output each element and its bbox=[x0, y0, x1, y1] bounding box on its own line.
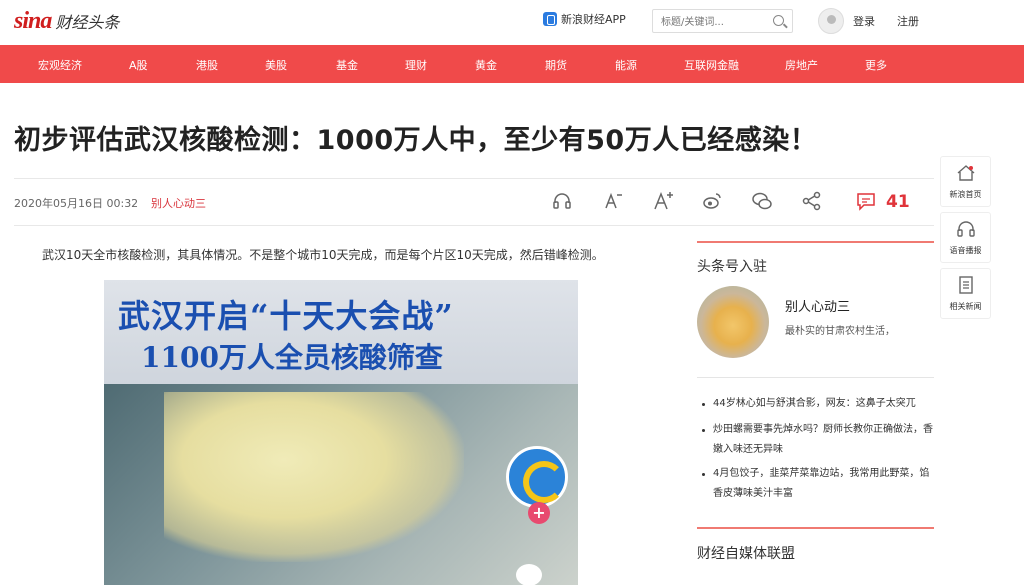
headphone-icon bbox=[956, 221, 975, 237]
float-audio-label: 语音播报 bbox=[949, 246, 982, 255]
app-download-link[interactable]: 新浪财经APP bbox=[543, 11, 626, 27]
search-box bbox=[652, 9, 793, 34]
news-link[interactable]: 4月包饺子，韭菜芹菜靠边站，我常用此野菜，馅香皮薄味美汁丰富 bbox=[713, 464, 935, 504]
phone-app-icon bbox=[543, 12, 557, 26]
document-icon bbox=[958, 276, 973, 294]
news-link[interactable]: 炒田螺需要事先焯水吗？厨师长教你正确做法，香嫩入味还无异味 bbox=[713, 420, 935, 460]
publish-date: 2020年05月16日 00:32 bbox=[14, 197, 139, 210]
article-title: 初步评估武汉核酸检测：1000万人中，至少有50万人已经感染！ bbox=[14, 125, 818, 156]
nav-item-internet-finance[interactable]: 互联网金融 bbox=[684, 57, 739, 73]
bullet-icon bbox=[702, 473, 705, 476]
top-bar: sina 财经头条 新浪财经APP 登录 注册 bbox=[0, 0, 1024, 44]
author-description: 最朴实的甘肃农村生活， bbox=[785, 326, 895, 337]
float-audio-button[interactable]: 语音播报 bbox=[940, 212, 991, 263]
comment-count[interactable]: 41 bbox=[886, 192, 910, 212]
image-headline-line2: 1100万人全员核酸筛查 bbox=[141, 341, 443, 374]
article-source[interactable]: 别人心动三 bbox=[151, 195, 206, 211]
article-lead: 武汉10天全市核酸检测，其具体情况。不是整个城市10天完成，而是每个片区10天完… bbox=[42, 248, 604, 262]
list-item[interactable]: 4月包饺子，韭菜芹菜靠边站，我常用此野菜，馅香皮薄味美汁丰富 bbox=[702, 464, 935, 504]
user-avatar-icon[interactable] bbox=[818, 8, 844, 34]
register-link[interactable]: 注册 bbox=[897, 13, 919, 29]
nav-item-hk-stocks[interactable]: 港股 bbox=[196, 57, 218, 73]
login-link[interactable]: 登录 bbox=[853, 13, 875, 29]
follow-plus-icon: + bbox=[528, 502, 550, 524]
logo-text: sina bbox=[14, 8, 52, 34]
section-title-alliance: 财经自媒体联盟 bbox=[697, 546, 795, 562]
app-link-label: 新浪财经APP bbox=[561, 13, 626, 26]
wechat-icon[interactable] bbox=[751, 190, 773, 212]
float-related-label: 相关新闻 bbox=[949, 302, 982, 311]
section-divider bbox=[697, 241, 934, 243]
font-increase-icon[interactable] bbox=[652, 190, 674, 212]
article-image: 武汉开启“十天大会战” 1100万人全员核酸筛查 + bbox=[104, 280, 578, 585]
image-headline-banner: 武汉开启“十天大会战” 1100万人全员核酸筛查 bbox=[104, 280, 578, 384]
author-avatar[interactable] bbox=[697, 286, 769, 358]
heart-icon bbox=[516, 564, 542, 585]
nav-item-wealth[interactable]: 理财 bbox=[405, 57, 427, 73]
float-home-button[interactable]: 新浪首页 bbox=[940, 156, 991, 207]
nav-item-real-estate[interactable]: 房地产 bbox=[785, 57, 818, 73]
logo-subtitle: 财经头条 bbox=[55, 13, 120, 32]
search-input[interactable] bbox=[653, 11, 763, 34]
bullet-icon bbox=[702, 429, 705, 432]
divider bbox=[697, 377, 934, 378]
share-icon[interactable] bbox=[801, 190, 823, 212]
media-logo-icon bbox=[506, 446, 568, 508]
list-item[interactable]: 炒田螺需要事先焯水吗？厨师长教你正确做法，香嫩入味还无异味 bbox=[702, 420, 935, 460]
channel-nav: 宏观经济 A股 港股 美股 基金 理财 黄金 期货 能源 互联网金融 房地产 更… bbox=[0, 45, 1024, 83]
glove-photo bbox=[164, 392, 464, 562]
image-headline-line1: 武汉开启“十天大会战” bbox=[118, 297, 454, 335]
divider bbox=[14, 178, 934, 179]
section-divider bbox=[697, 527, 934, 529]
bullet-icon bbox=[702, 403, 705, 406]
font-decrease-icon[interactable] bbox=[602, 190, 624, 212]
comment-icon[interactable] bbox=[855, 190, 877, 212]
nav-item-a-shares[interactable]: A股 bbox=[129, 57, 148, 73]
search-icon[interactable] bbox=[773, 15, 784, 26]
home-icon bbox=[957, 165, 974, 181]
nav-item-futures[interactable]: 期货 bbox=[545, 57, 567, 73]
audio-icon[interactable] bbox=[551, 190, 573, 212]
nav-item-us-stocks[interactable]: 美股 bbox=[265, 57, 287, 73]
weibo-icon[interactable] bbox=[701, 190, 723, 212]
divider bbox=[14, 225, 934, 226]
list-item[interactable]: 44岁林心如与舒淇合影，网友：这鼻子太突兀 bbox=[702, 394, 935, 414]
nav-item-funds[interactable]: 基金 bbox=[336, 57, 358, 73]
author-name[interactable]: 别人心动三 bbox=[785, 296, 850, 315]
float-home-label: 新浪首页 bbox=[949, 190, 982, 199]
section-title-join: 头条号入驻 bbox=[697, 259, 767, 275]
nav-item-energy[interactable]: 能源 bbox=[615, 57, 637, 73]
float-related-button[interactable]: 相关新闻 bbox=[940, 268, 991, 319]
nav-item-gold[interactable]: 黄金 bbox=[475, 57, 497, 73]
nav-item-macro[interactable]: 宏观经济 bbox=[38, 57, 82, 73]
nav-item-more[interactable]: 更多 bbox=[865, 57, 887, 73]
news-link[interactable]: 44岁林心如与舒淇合影，网友：这鼻子太突兀 bbox=[713, 394, 935, 414]
sina-logo[interactable]: sina 财经头条 bbox=[14, 9, 119, 33]
image-photo: + bbox=[104, 384, 578, 585]
